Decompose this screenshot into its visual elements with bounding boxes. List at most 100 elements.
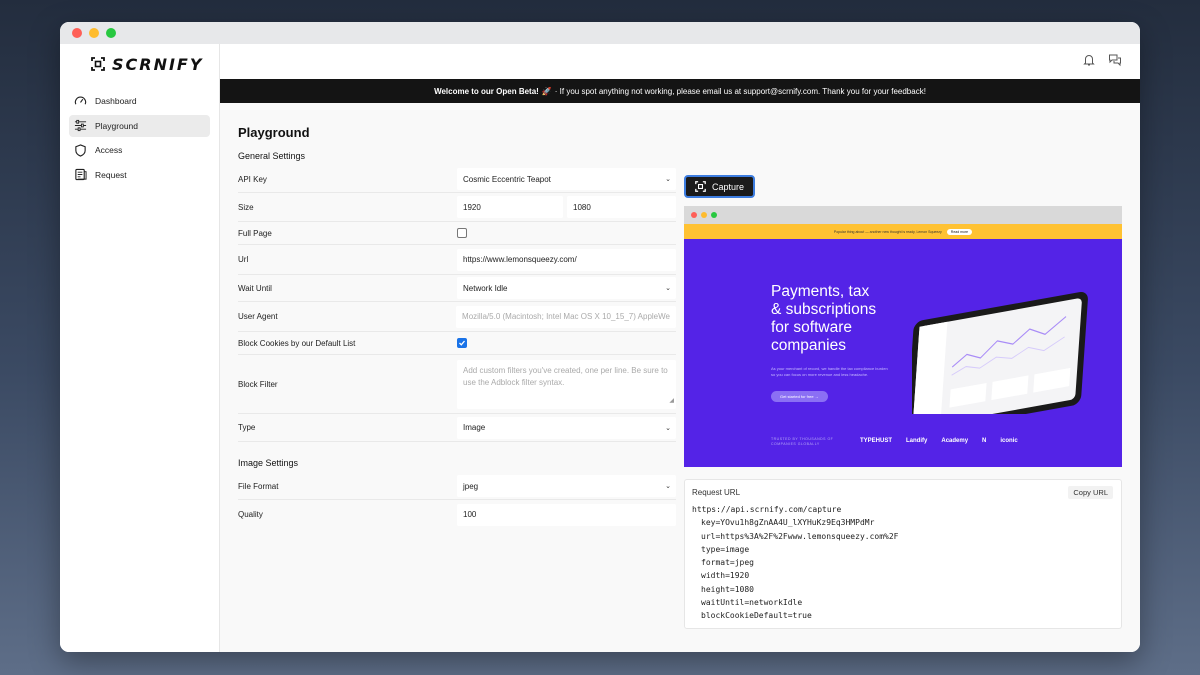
minimize-window-button[interactable]	[89, 28, 99, 38]
preview-dot	[691, 212, 697, 218]
quality-label: Quality	[238, 510, 263, 519]
brand-logo[interactable]: SCRNIFY	[60, 44, 219, 78]
preview-logo: Academy	[941, 438, 969, 444]
sidebar-item-dashboard[interactable]: Dashboard	[69, 90, 210, 112]
app-window: SCRNIFY Dashboard Playground Access Requ…	[60, 22, 1140, 652]
page-title: Playground	[238, 125, 310, 140]
block-cookies-label: Block Cookies by our Default List	[238, 338, 356, 348]
request-base-url: https://api.scrnify.com/capture	[692, 505, 842, 514]
full-page-checkbox[interactable]	[457, 228, 467, 238]
wait-until-select[interactable]: Network Idle ⌄	[457, 277, 676, 299]
brand-name: SCRNIFY	[112, 54, 204, 74]
sidebar-item-playground[interactable]: Playground	[69, 114, 210, 137]
type-row: Type Image ⌄	[238, 414, 676, 442]
api-key-row: API Key Cosmic Eccentric Teapot ⌄	[238, 166, 676, 193]
request-url-panel: Request URL Copy URL https://api.scrnify…	[684, 479, 1122, 629]
preview-logo: iconic	[1000, 438, 1018, 444]
close-window-button[interactable]	[72, 28, 82, 38]
sidebar-item-request[interactable]: Request	[69, 164, 210, 186]
size-label: Size	[238, 202, 254, 212]
checkmark-icon	[459, 340, 465, 346]
preview-logo: Landify	[906, 438, 928, 444]
sidebar-item-label: Dashboard	[95, 96, 137, 106]
file-format-value: jpeg	[463, 481, 479, 491]
resize-handle-icon[interactable]: ◢	[669, 395, 674, 407]
copy-url-button[interactable]: Copy URL	[1068, 486, 1113, 499]
block-filter-label: Block Filter	[238, 379, 278, 389]
api-key-value: Cosmic Eccentric Teapot	[463, 174, 551, 184]
block-cookies-checkbox[interactable]	[457, 338, 467, 348]
sidebar: SCRNIFY Dashboard Playground Access Requ…	[60, 44, 220, 652]
request-param: url=https%3A%2F%2Fwww.lemonsqueezy.com%2…	[701, 531, 899, 541]
type-value: Image	[463, 423, 486, 432]
request-url-title: Request URL	[692, 488, 741, 497]
block-filter-textarea[interactable]: Add custom filters you've created, one p…	[457, 359, 676, 409]
capture-label: Capture	[712, 181, 745, 192]
user-agent-row: User Agent Mozilla/5.0 (Macintosh; Intel…	[238, 302, 676, 332]
preview-trusted-line: COMPANIES GLOBALLY	[771, 442, 820, 446]
preview-hero: Payments, tax & subscriptions for softwa…	[684, 239, 1122, 467]
url-input[interactable]: https://www.lemonsqueezy.com/	[457, 248, 676, 271]
width-input[interactable]: 1920	[457, 196, 563, 218]
request-url-code[interactable]: https://api.scrnify.com/capture key=YOvu…	[692, 503, 1114, 623]
quality-input[interactable]: 100	[457, 503, 676, 526]
screenshot-preview: Popular thing about — another new though…	[684, 206, 1122, 467]
wait-until-label: Wait Until	[238, 283, 272, 293]
preview-announce-text: Popular thing about — another new though…	[833, 229, 942, 234]
top-bar	[220, 44, 1140, 79]
sidebar-item-access[interactable]: Access	[69, 139, 210, 161]
size-row: Size 1920 1080	[238, 193, 676, 222]
gauge-icon	[74, 96, 87, 105]
preview-announce-bar: Popular thing about — another new though…	[684, 224, 1122, 239]
chat-icon[interactable]	[1108, 53, 1122, 67]
preview-browser-bar	[684, 206, 1122, 224]
height-input[interactable]: 1080	[567, 196, 676, 218]
preview-headline: Payments, tax & subscriptions for softwa…	[771, 283, 876, 355]
maximize-window-button[interactable]	[106, 28, 116, 38]
tablet-illustration	[912, 291, 1088, 414]
block-filter-placeholder: Add custom filters you've created, one p…	[463, 365, 668, 387]
url-label: Url	[238, 255, 249, 264]
scrnify-logo-icon	[91, 57, 105, 71]
request-param: format=jpeg	[701, 558, 754, 568]
file-format-select[interactable]: jpeg ⌄	[457, 475, 676, 497]
api-key-select[interactable]: Cosmic Eccentric Teapot ⌄	[457, 168, 676, 190]
beta-banner: Welcome to our Open Beta! 🚀 · If you spo…	[220, 79, 1140, 103]
chevron-down-icon: ⌄	[665, 424, 671, 432]
capture-button[interactable]: Capture	[684, 175, 756, 198]
preview-trusted: TRUSTED BY THOUSANDS OF COMPANIES GLOBAL…	[771, 437, 833, 447]
preview-dot	[701, 212, 707, 218]
chevron-down-icon: ⌄	[665, 483, 671, 490]
preview-dot	[711, 212, 717, 218]
preview-headline-line: companies	[771, 337, 846, 354]
preview-panel: Capture Popular thing about — another ne…	[684, 175, 1123, 629]
user-agent-input[interactable]: Mozilla/5.0 (Macintosh; Intel Mac OS X 1…	[456, 305, 676, 328]
main-area: Welcome to our Open Beta! 🚀 · If you spo…	[220, 44, 1140, 652]
preview-logo: TYPEHUST	[860, 438, 893, 444]
preview-announce-button: Read more	[946, 228, 973, 235]
sidebar-item-label: Playground	[95, 120, 139, 131]
window-titlebar	[60, 22, 1140, 44]
general-settings-title: General Settings	[238, 151, 306, 161]
request-param: blockCookieDefault=true	[701, 611, 812, 621]
request-param: key=YOvu1h8gZnAA4U_lXYHuKz9Eq3HMPdMr	[701, 518, 875, 528]
quality-row: Quality 100	[238, 500, 676, 529]
sidebar-item-label: Request	[95, 169, 127, 180]
image-settings-title: Image Settings	[238, 458, 299, 468]
sidebar-item-label: Access	[95, 145, 123, 155]
request-param: waitUntil=networkIdle	[701, 598, 803, 608]
block-filter-row: Block Filter Add custom filters you've c…	[238, 355, 676, 414]
scroll-icon	[75, 168, 87, 181]
shield-icon	[75, 143, 86, 157]
preview-logos: TYPEHUST Landify Academy N iconic	[860, 438, 1018, 444]
preview-cta: Get started for free →	[771, 391, 828, 402]
type-label: Type	[238, 423, 256, 432]
sidebar-nav: Dashboard Playground Access Request	[60, 90, 219, 186]
url-row: Url https://www.lemonsqueezy.com/	[238, 245, 676, 275]
bell-icon[interactable]	[1082, 53, 1096, 67]
chevron-down-icon: ⌄	[665, 285, 671, 292]
type-select[interactable]: Image ⌄	[457, 416, 676, 439]
wait-until-row: Wait Until Network Idle ⌄	[238, 275, 676, 302]
file-format-row: File Format jpeg ⌄	[238, 473, 676, 500]
request-param: type=image	[701, 544, 750, 554]
